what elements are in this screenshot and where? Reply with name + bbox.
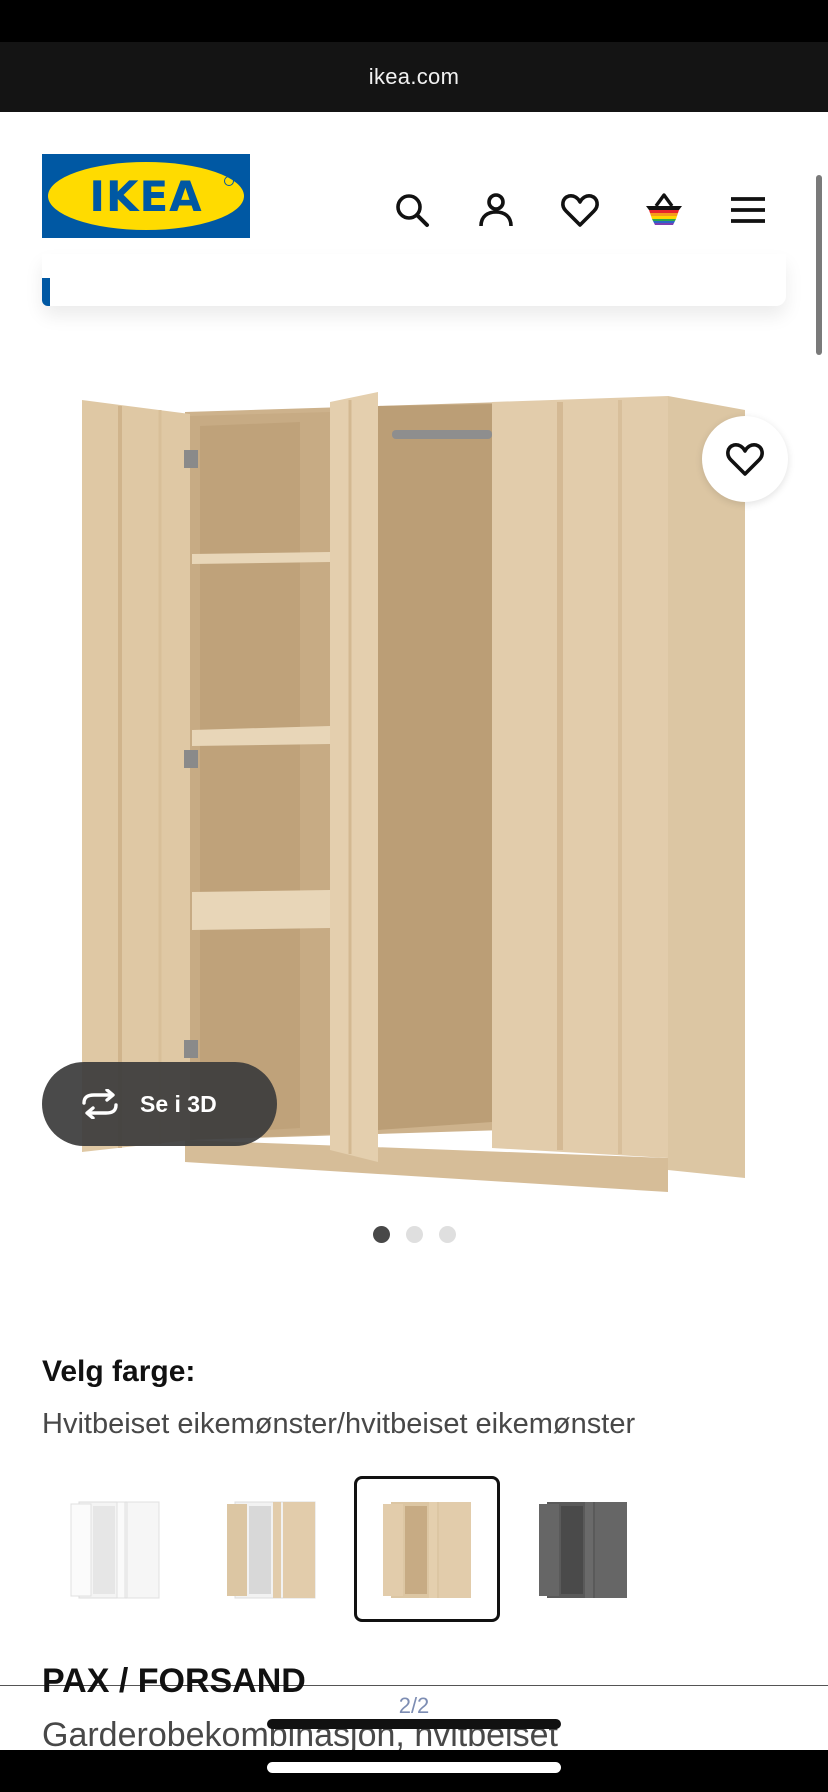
shelf-3 [192, 890, 330, 930]
wardrobe-right-side [668, 396, 745, 1178]
swatch-dark-grey[interactable] [510, 1476, 656, 1622]
hanging-rail [392, 430, 492, 439]
rotate-3d-icon [82, 1089, 118, 1119]
wardrobe-oak-white-thumbnail [227, 1501, 316, 1599]
middle-door [330, 392, 378, 1162]
left-door [82, 400, 190, 1152]
middle-compartment [378, 404, 492, 1130]
status-bar [0, 0, 828, 42]
shelf-1 [192, 552, 330, 564]
gallery-dot-2[interactable] [405, 1226, 423, 1243]
search-button[interactable] [370, 178, 454, 242]
swatch-white-stained-oak[interactable] [354, 1476, 500, 1622]
selected-color-name: Hvitbeiset eikemønster/hvitbeiset eikemø… [42, 1408, 636, 1440]
ikea-logo[interactable]: IKEA [42, 154, 250, 238]
url-text: ikea.com [368, 64, 460, 89]
gallery-dot-1[interactable] [372, 1226, 390, 1243]
registered-mark [224, 176, 234, 186]
page-scrollbar[interactable] [816, 175, 822, 355]
url-bar[interactable]: ikea.com [0, 42, 828, 112]
menu-icon [731, 197, 765, 223]
account-button[interactable] [454, 178, 538, 242]
hinge [184, 1040, 198, 1058]
header-actions [370, 178, 790, 242]
hinge [184, 450, 198, 468]
menu-button[interactable] [706, 178, 790, 242]
wardrobe-white-thumbnail [70, 1501, 160, 1599]
info-banner [42, 254, 786, 306]
wardrobe-white-stained-oak-thumbnail [383, 1502, 471, 1598]
swatch-oak-white[interactable] [198, 1476, 344, 1622]
right-door [492, 396, 668, 1158]
account-icon [479, 193, 513, 227]
save-to-favourites-button[interactable] [702, 416, 788, 502]
color-swatches [42, 1476, 656, 1622]
gallery-pagination [0, 1226, 828, 1243]
heart-icon [726, 443, 764, 476]
favourites-button[interactable] [538, 178, 622, 242]
home-indicator[interactable] [267, 1762, 561, 1773]
overlay-handle [267, 1719, 561, 1729]
heart-icon [561, 194, 599, 227]
view-in-3d-button[interactable]: Se i 3D [42, 1062, 277, 1146]
logo-text: IKEA [89, 171, 203, 221]
view-in-3d-label: Se i 3D [140, 1090, 217, 1117]
search-icon [396, 194, 429, 227]
color-picker-title: Velg farge: [42, 1355, 196, 1388]
gallery-dot-3[interactable] [438, 1226, 456, 1243]
wardrobe-dark-grey-thumbnail [539, 1502, 627, 1598]
basket-button[interactable] [622, 178, 706, 242]
banner-accent [42, 278, 50, 306]
swatch-white[interactable] [42, 1476, 188, 1622]
hinge [184, 750, 198, 768]
basket-icon [646, 193, 682, 225]
